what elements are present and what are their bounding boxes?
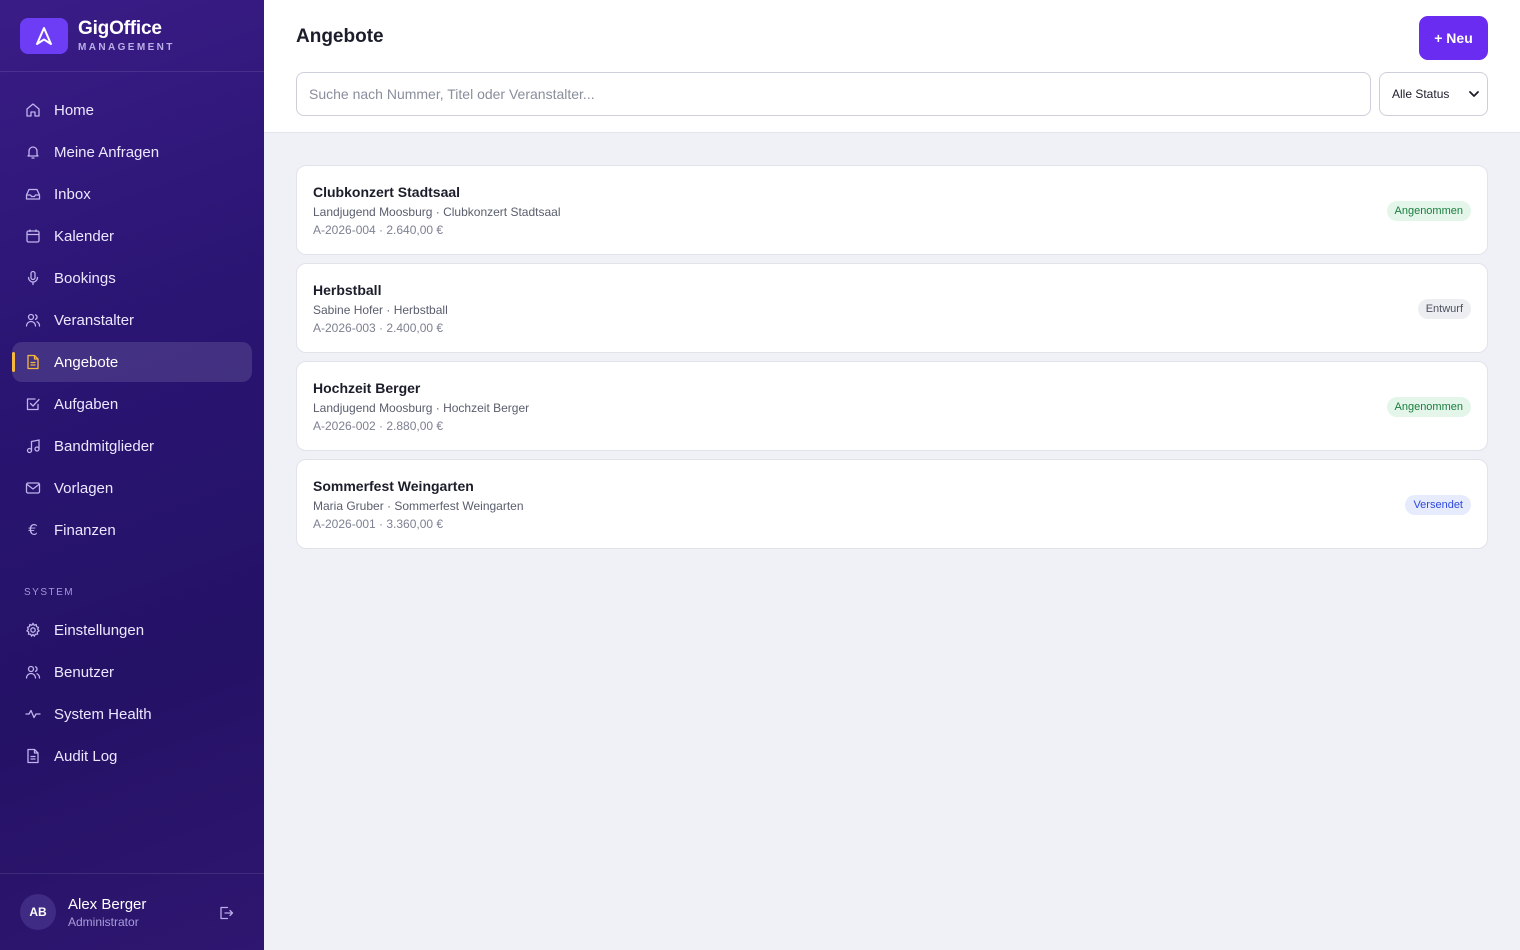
logout-icon[interactable] [216, 903, 236, 923]
main-nav: Home Meine Anfragen Inbox Kalender Booki… [12, 90, 252, 552]
status-badge: Angenommen [1386, 201, 1471, 221]
sidebar: GigOffice MANAGEMENT Home Meine Anfragen… [0, 0, 264, 950]
new-offer-button[interactable]: + Neu [1419, 16, 1488, 60]
nav-item-label: Kalender [54, 227, 115, 245]
nav-item-meine-anfragen[interactable]: Meine Anfragen [12, 132, 252, 172]
offer-title: Clubkonzert Stadtsaal [313, 184, 461, 200]
nav-item-label: Benutzer [54, 663, 115, 681]
nav-item-system-health[interactable]: System Health [12, 694, 252, 734]
microphone-icon [24, 269, 42, 287]
status-filter-value: Alle Status [1392, 87, 1450, 101]
checkbox-icon [24, 395, 42, 413]
offer-title: Hochzeit Berger [313, 380, 421, 396]
euro-icon: € [28, 521, 38, 539]
status-badge: Versendet [1405, 495, 1471, 515]
system-section-title: SYSTEM [24, 587, 75, 598]
user-panel: AB Alex Berger Administrator [0, 873, 264, 950]
offer-client: Landjugend Moosburg · Clubkonzert Stadts… [313, 205, 561, 219]
status-badge: Angenommen [1386, 397, 1471, 417]
nav-item-label: Veranstalter [54, 311, 135, 329]
nav-item-vorlagen[interactable]: Vorlagen [12, 468, 252, 508]
nav-item-bandmitglieder[interactable]: Bandmitglieder [12, 426, 252, 466]
users-icon [24, 663, 42, 681]
page-title: Angebote [296, 26, 384, 47]
nav-item-bookings[interactable]: Bookings [12, 258, 252, 298]
brand-subtitle: MANAGEMENT [78, 42, 175, 53]
offer-meta: A-2026-004 · 2.640,00 € [313, 223, 444, 237]
bell-icon [24, 143, 42, 161]
brand-name: GigOffice [78, 18, 162, 39]
offer-meta: A-2026-002 · 2.880,00 € [313, 419, 444, 433]
offer-meta: A-2026-003 · 2.400,00 € [313, 321, 444, 335]
nav-item-label: Home [54, 101, 95, 119]
brand: GigOffice MANAGEMENT [0, 0, 264, 72]
gear-icon [24, 621, 42, 639]
music-note-icon [24, 437, 42, 455]
nav-item-label: Angebote [54, 353, 119, 371]
user-name: Alex Berger [68, 895, 147, 913]
nav-item-audit-log[interactable]: Audit Log [12, 736, 252, 776]
offer-card[interactable]: Hochzeit Berger Landjugend Moosburg · Ho… [296, 361, 1488, 451]
offer-client: Landjugend Moosburg · Hochzeit Berger [313, 401, 530, 415]
chevron-down-icon [1468, 87, 1480, 101]
offer-card[interactable]: Clubkonzert Stadtsaal Landjugend Moosbur… [296, 165, 1488, 255]
offer-title: Sommerfest Weingarten [313, 478, 474, 494]
nav-item-einstellungen[interactable]: Einstellungen [12, 610, 252, 650]
nav-item-label: Aufgaben [54, 395, 119, 413]
page-header: Angebote + Neu Alle Status [264, 0, 1520, 133]
offer-card[interactable]: Herbstball Sabine Hofer · Herbstball A-2… [296, 263, 1488, 353]
nav-item-angebote[interactable]: Angebote [12, 342, 252, 382]
status-filter-select[interactable]: Alle Status [1379, 72, 1488, 116]
nav-item-finanzen[interactable]: € Finanzen [12, 510, 252, 550]
user-role: Administrator [68, 914, 139, 929]
system-nav: Einstellungen Benutzer System Health Aud… [12, 610, 252, 778]
document-icon [24, 353, 42, 371]
mail-icon [24, 479, 42, 497]
nav-item-label: Bandmitglieder [54, 437, 155, 455]
nav-item-benutzer[interactable]: Benutzer [12, 652, 252, 692]
offer-list: Clubkonzert Stadtsaal Landjugend Moosbur… [296, 165, 1488, 557]
offer-card[interactable]: Sommerfest Weingarten Maria Gruber · Som… [296, 459, 1488, 549]
home-icon [24, 101, 42, 119]
users-icon [24, 311, 42, 329]
nav-item-inbox[interactable]: Inbox [12, 174, 252, 214]
offer-title: Herbstball [313, 282, 382, 298]
nav-item-label: System Health [54, 705, 152, 723]
nav-item-label: Bookings [54, 269, 116, 287]
nav-item-label: Inbox [54, 185, 91, 203]
document-icon [24, 747, 42, 765]
status-badge: Entwurf [1417, 299, 1471, 319]
avatar: AB [20, 894, 56, 930]
nav-item-aufgaben[interactable]: Aufgaben [12, 384, 252, 424]
nav-item-label: Audit Log [54, 747, 118, 765]
nav-item-home[interactable]: Home [12, 90, 252, 130]
nav-item-label: Meine Anfragen [54, 143, 160, 161]
nav-item-kalender[interactable]: Kalender [12, 216, 252, 256]
offer-meta: A-2026-001 · 3.360,00 € [313, 517, 444, 531]
nav-item-label: Finanzen [54, 521, 116, 539]
nav-item-label: Vorlagen [54, 479, 114, 497]
pulse-icon [24, 705, 42, 723]
search-input[interactable] [296, 72, 1371, 116]
calendar-icon [24, 227, 42, 245]
logo-icon [20, 17, 68, 54]
nav-item-label: Einstellungen [54, 621, 145, 639]
nav-item-veranstalter[interactable]: Veranstalter [12, 300, 252, 340]
offer-client: Maria Gruber · Sommerfest Weingarten [313, 499, 524, 513]
offer-client: Sabine Hofer · Herbstball [313, 303, 448, 317]
inbox-icon [24, 185, 42, 203]
